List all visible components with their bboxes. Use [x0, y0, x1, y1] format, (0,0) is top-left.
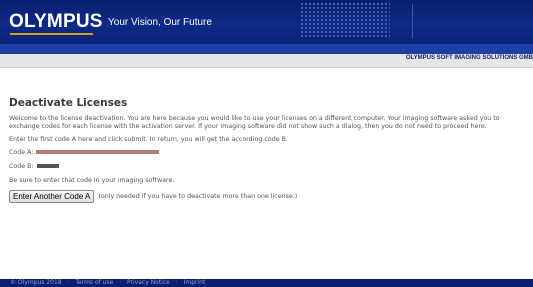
enter-another-code-button[interactable]: Enter Another Code A [9, 190, 95, 203]
reminder-text: Be sure to enter that code in your imagi… [9, 177, 175, 184]
footer-link-privacy[interactable]: Privacy Notice [127, 279, 170, 286]
footer-copyright: © Olympus 2018 [10, 279, 62, 286]
footer-link-terms[interactable]: Terms of use [75, 279, 113, 286]
page-title: Deactivate Licenses [9, 97, 128, 109]
code-a-label: Code A: [9, 149, 34, 156]
header-divider [412, 4, 413, 38]
footer-links: © Olympus 2018 · Terms of use · Privacy … [10, 279, 209, 287]
intro-text: Welcome to the license deactivation. You… [9, 115, 500, 130]
footer-separator: · [67, 279, 70, 286]
site-footer: © Olympus 2018 · Terms of use · Privacy … [0, 279, 533, 287]
footer-link-imprint[interactable]: Imprint [184, 279, 206, 286]
code-b-row: Code B: [9, 163, 524, 171]
code-b-value-redacted [36, 164, 59, 168]
company-bar: OLYMPUS SOFT IMAGING SOLUTIONS GMB [0, 54, 533, 68]
footer-separator: · [175, 279, 178, 286]
company-name: OLYMPUS SOFT IMAGING SOLUTIONS GMB [405, 55, 533, 61]
instruction-text: Enter the first code A here and click su… [9, 136, 288, 143]
olympus-logo[interactable]: OLYMPUS [9, 11, 103, 33]
code-a-row: Code A: [9, 149, 524, 157]
main-content: Deactivate Licenses Welcome to the licen… [9, 97, 524, 204]
action-row: Enter Another Code A (only needed if you… [9, 190, 524, 204]
button-note: (only needed if you have to deactivate m… [98, 192, 298, 200]
code-a-value-redacted [36, 150, 160, 154]
footer-separator: · [119, 279, 122, 286]
header-dot-pattern [300, 2, 390, 38]
tagline: Your Vision, Our Future [108, 17, 212, 28]
logo-underline [10, 33, 93, 35]
code-b-label: Code B: [9, 163, 34, 170]
nav-bar [0, 44, 533, 54]
site-header: OLYMPUS Your Vision, Our Future [0, 0, 533, 44]
